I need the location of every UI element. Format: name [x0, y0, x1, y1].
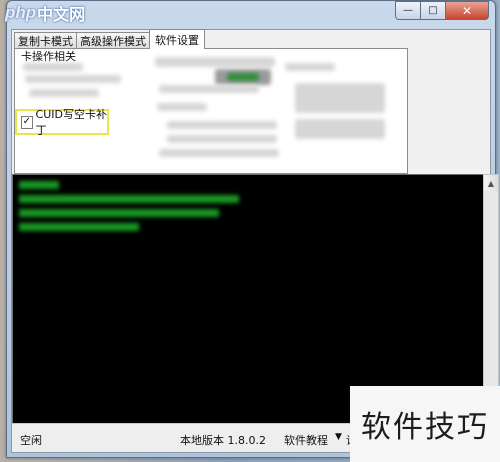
blurred-option — [295, 119, 385, 139]
console-line — [19, 195, 239, 203]
settings-panel: 卡操作相关 ✓ CUID写空卡补丁 — [14, 48, 408, 174]
cuid-patch-label: CUID写空卡补丁 — [35, 108, 107, 137]
cuid-patch-checkbox-row[interactable]: ✓ CUID写空卡补丁 — [15, 108, 109, 137]
blurred-option — [157, 103, 207, 111]
blurred-indicator — [227, 73, 259, 81]
blurred-option — [25, 75, 121, 83]
blurred-option — [159, 149, 279, 157]
chevron-down-icon[interactable]: ▼ — [335, 432, 342, 442]
tab-software-settings[interactable]: 软件设置 — [149, 29, 205, 49]
logo-cn-text: 中文网 — [37, 7, 86, 24]
console-line — [19, 181, 59, 189]
tab-copy-card-mode[interactable]: 复制卡模式 — [14, 32, 77, 49]
group-title-card-ops: 卡操作相关 — [21, 50, 76, 63]
title-bar[interactable]: php 中文网 — □ ✕ — [5, 1, 495, 29]
tab-bar: 复制卡模式 高级操作模式 软件设置 — [14, 29, 205, 49]
watermark-text: 软件技巧 — [350, 386, 500, 462]
console-line — [19, 209, 219, 217]
cuid-patch-checkbox[interactable]: ✓ — [21, 115, 33, 129]
blurred-option — [159, 85, 259, 93]
minimize-button[interactable]: — — [395, 1, 421, 20]
blurred-option — [167, 135, 277, 143]
window-controls: — □ ✕ — [395, 1, 489, 20]
blurred-option — [29, 89, 99, 97]
tutorial-menu[interactable]: 软件教程 — [284, 432, 328, 448]
blurred-option — [167, 121, 277, 129]
php-logo: php 中文网 — [5, 1, 85, 25]
status-state: 空闲 — [20, 434, 42, 447]
console-scrollbar[interactable]: ▲ ▼ — [483, 174, 499, 422]
status-version: 本地版本 1.8.0.2 — [180, 434, 266, 447]
blurred-option — [23, 63, 83, 71]
close-button[interactable]: ✕ — [446, 1, 489, 20]
tab-advanced-mode[interactable]: 高级操作模式 — [76, 32, 150, 49]
scroll-up-icon[interactable]: ▲ — [484, 175, 498, 191]
blurred-option — [295, 83, 385, 113]
blurred-option — [155, 57, 275, 67]
logo-php-text: php — [5, 3, 37, 22]
console-line — [19, 223, 139, 231]
maximize-button[interactable]: □ — [421, 1, 446, 20]
blurred-option — [285, 63, 335, 71]
